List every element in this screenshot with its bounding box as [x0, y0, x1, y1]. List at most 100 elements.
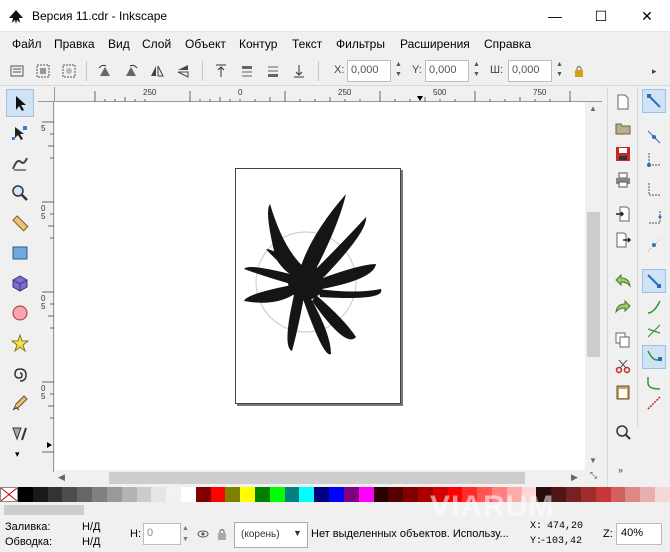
width-field[interactable]: 0,000	[508, 60, 552, 82]
open-folder-icon[interactable]	[612, 117, 634, 139]
raise-icon[interactable]	[236, 60, 258, 82]
measure-tool-icon[interactable]	[6, 209, 34, 237]
x-field-stepper[interactable]: ▲ ▼	[393, 60, 404, 82]
save-icon[interactable]	[612, 143, 634, 165]
color-swatch[interactable]	[106, 487, 122, 502]
close-button[interactable]: ✕	[624, 0, 670, 32]
color-swatch[interactable]	[77, 487, 93, 502]
snap-cusp-nodes-icon[interactable]	[642, 345, 666, 369]
x-field[interactable]: 0,000	[347, 60, 391, 82]
color-swatch[interactable]	[225, 487, 241, 502]
color-swatch[interactable]	[255, 487, 270, 502]
opacity-stepper[interactable]: ▲ ▼	[182, 523, 192, 545]
flip-horizontal-icon[interactable]	[146, 60, 168, 82]
vertical-scroll-thumb[interactable]	[587, 212, 600, 357]
rotate-cw-icon[interactable]	[120, 60, 142, 82]
color-swatch[interactable]	[32, 487, 48, 502]
menu-help[interactable]: Справка	[484, 37, 531, 51]
flip-vertical-icon[interactable]	[172, 60, 194, 82]
color-swatch[interactable]	[151, 487, 167, 502]
menu-file[interactable]: Файл	[12, 37, 42, 51]
snap-midpoints-icon[interactable]	[642, 391, 666, 415]
color-swatch[interactable]	[180, 487, 196, 502]
color-swatch[interactable]	[210, 487, 226, 502]
toolbar-overflow-icon[interactable]: ▸	[652, 66, 657, 77]
color-swatch[interactable]	[388, 487, 404, 502]
snap-bbox-center-icon[interactable]	[642, 233, 666, 257]
print-icon[interactable]	[612, 169, 634, 191]
rotate-ccw-icon[interactable]	[94, 60, 116, 82]
color-swatch[interactable]	[314, 487, 330, 502]
color-swatch[interactable]	[47, 487, 63, 502]
menu-object[interactable]: Объект	[185, 37, 226, 51]
commands-overflow-icon[interactable]: »	[618, 465, 623, 475]
color-swatch[interactable]	[166, 487, 181, 502]
color-swatch[interactable]	[654, 487, 670, 502]
snap-bbox-edge-icon[interactable]	[642, 147, 666, 171]
snap-intersection-icon[interactable]	[642, 319, 666, 343]
color-swatch[interactable]	[640, 487, 655, 502]
palette-scrollbar[interactable]	[0, 502, 670, 518]
color-swatch[interactable]	[269, 487, 285, 502]
color-swatch[interactable]	[92, 487, 107, 502]
cut-icon[interactable]	[612, 355, 634, 377]
no-paint-swatch[interactable]	[0, 487, 18, 502]
lock-icon[interactable]	[568, 60, 590, 82]
menu-text[interactable]: Текст	[292, 37, 322, 51]
copy-icon[interactable]	[612, 329, 634, 351]
scroll-left-icon[interactable]: ◀	[58, 472, 65, 483]
raise-to-top-icon[interactable]	[210, 60, 232, 82]
lower-to-bottom-icon[interactable]	[288, 60, 310, 82]
node-tool-icon[interactable]	[6, 119, 34, 147]
color-swatch[interactable]	[195, 487, 211, 502]
horizontal-scroll-thumb[interactable]	[109, 472, 525, 484]
new-document-icon[interactable]	[612, 91, 634, 113]
color-swatch[interactable]	[358, 487, 374, 502]
menu-edit[interactable]: Правка	[54, 37, 95, 51]
selector-tool-icon[interactable]	[6, 89, 34, 117]
pencil-tool-icon[interactable]	[6, 389, 34, 417]
color-swatch[interactable]	[566, 487, 581, 502]
color-swatch[interactable]	[121, 487, 137, 502]
zoom-corner-icon[interactable]: ⤡	[585, 470, 602, 486]
snap-nodes-icon[interactable]	[642, 269, 666, 293]
opacity-field[interactable]: 0	[143, 523, 181, 545]
y-field-stepper[interactable]: ▲ ▼	[471, 60, 482, 82]
width-field-stepper[interactable]: ▲ ▼	[554, 60, 565, 82]
color-swatch[interactable]	[625, 487, 641, 502]
snap-bbox-corner-icon[interactable]	[642, 177, 666, 201]
layer-visibility-icon[interactable]	[197, 528, 209, 543]
fill-value[interactable]: Н/Д	[82, 521, 100, 533]
color-swatch[interactable]	[240, 487, 255, 502]
color-swatch[interactable]	[373, 487, 389, 502]
tweak-tool-icon[interactable]	[6, 149, 34, 177]
menu-extensions[interactable]: Расширения	[400, 37, 470, 51]
chevron-down-icon[interactable]: ▼	[293, 528, 302, 538]
export-icon[interactable]	[612, 229, 634, 251]
y-field[interactable]: 0,000	[425, 60, 469, 82]
scroll-down-icon[interactable]: ▼	[589, 456, 597, 465]
zoom-tool-icon[interactable]	[6, 179, 34, 207]
minimize-button[interactable]: —	[532, 0, 578, 32]
lower-icon[interactable]	[262, 60, 284, 82]
menu-layer[interactable]: Слой	[142, 37, 171, 51]
snap-bbox-icon[interactable]	[642, 125, 666, 149]
star-tool-icon[interactable]	[6, 329, 34, 357]
color-swatch[interactable]	[329, 487, 344, 502]
color-swatch[interactable]	[284, 487, 300, 502]
snap-paths-icon[interactable]	[642, 295, 666, 319]
color-swatch[interactable]	[595, 487, 611, 502]
menu-filters[interactable]: Фильтры	[336, 37, 385, 51]
color-swatch[interactable]	[610, 487, 626, 502]
rectangle-tool-icon[interactable]	[6, 239, 34, 267]
octopus-drawing[interactable]	[236, 169, 402, 405]
palette-scroll-thumb[interactable]	[4, 505, 84, 515]
select-all-icon[interactable]	[6, 60, 28, 82]
import-icon[interactable]	[612, 203, 634, 225]
undo-icon[interactable]	[612, 269, 634, 291]
color-swatch[interactable]	[62, 487, 78, 502]
toolbox-overflow-icon[interactable]: ▾	[15, 449, 20, 460]
layer-lock-icon[interactable]	[216, 527, 228, 544]
scroll-up-icon[interactable]: ▲	[589, 104, 597, 113]
color-swatch[interactable]	[580, 487, 596, 502]
